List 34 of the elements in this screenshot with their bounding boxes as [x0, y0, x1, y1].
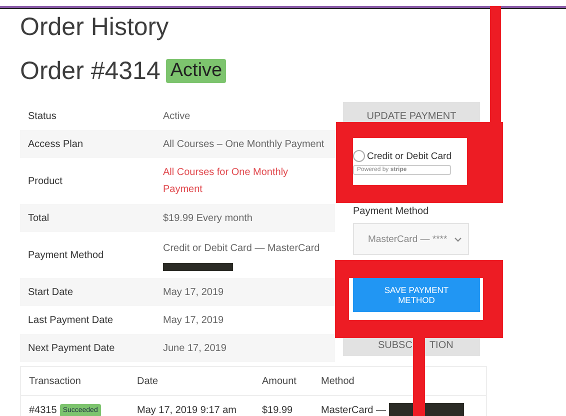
- detail-label: Next Payment Date: [27, 342, 116, 354]
- column-header: Method: [321, 376, 356, 386]
- detail-label: Status: [27, 110, 58, 122]
- payment-method-select[interactable]: MasterCard — ****: [353, 223, 469, 255]
- radio-button[interactable]: [353, 150, 365, 162]
- page-title: Order History: [20, 12, 170, 42]
- detail-label: Start Date: [27, 286, 74, 298]
- detail-value: Credit or Debit Card — MasterCard: [163, 242, 321, 256]
- order-title: Order #4314: [20, 56, 160, 86]
- detail-value: June 17, 2019: [163, 342, 228, 356]
- detail-label: Payment Method: [27, 250, 105, 260]
- product-link[interactable]: All Courses for One Monthly Payment: [163, 164, 293, 198]
- redaction-bar: [163, 262, 233, 270]
- field-label: Payment Method: [353, 206, 429, 217]
- table-cell: MasterCard —: [321, 404, 386, 416]
- column-header: Date: [137, 376, 160, 386]
- detail-label: Access Plan: [27, 138, 84, 150]
- chevron-icon: [454, 236, 462, 242]
- table-cell-text: May 17, 2019 9:17 am: [137, 404, 238, 416]
- save-payment-method-button[interactable]: SAVE PAYMENT METHOD: [353, 277, 480, 312]
- detail-value: All Courses – One Monthly Payment: [163, 138, 326, 152]
- detail-value: May 17, 2019: [163, 286, 225, 300]
- detail-value: May 17, 2019: [163, 314, 225, 328]
- detail-label: Product: [27, 176, 64, 186]
- status-badge: Active: [166, 59, 226, 83]
- option-label: Credit or Debit Card: [367, 150, 452, 162]
- transaction-number[interactable]: #4315: [29, 404, 57, 416]
- column-header: Amount: [262, 376, 298, 386]
- detail-value: Active: [163, 110, 192, 124]
- detail-label: Last Payment Date: [27, 314, 114, 326]
- column-header: Transaction: [29, 376, 82, 386]
- detail-value: $19.99 Every month: [163, 212, 254, 226]
- detail-label: Total: [27, 212, 50, 224]
- table-cell-text: $19.99: [262, 404, 294, 416]
